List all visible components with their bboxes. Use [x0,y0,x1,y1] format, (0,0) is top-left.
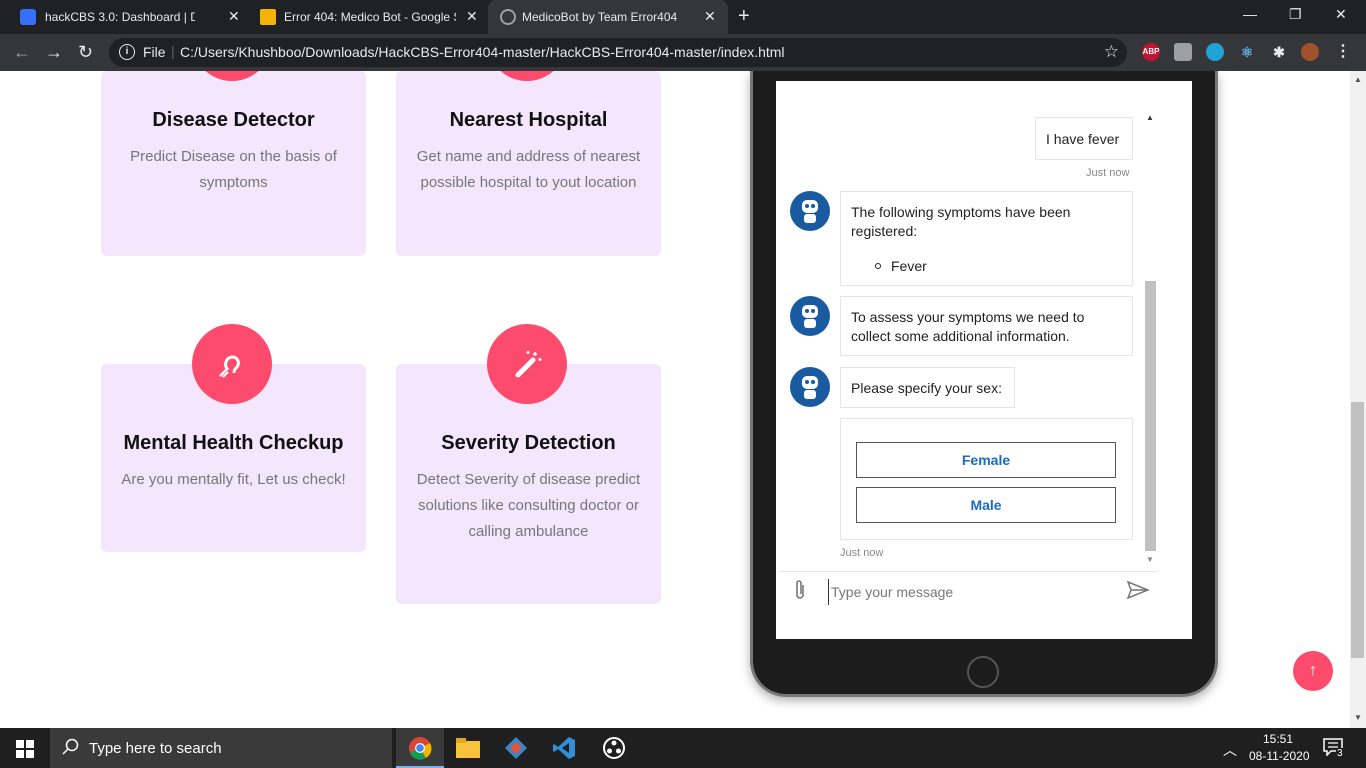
feature-card-disease-detector: Disease Detector Predict Disease on the … [101,71,366,256]
extension-icon[interactable] [1174,43,1192,61]
react-devtools-icon[interactable]: ⚛ [1238,43,1256,61]
symptom-list-item: Fever [851,257,1122,276]
forward-arrow-icon[interactable]: → [45,42,63,63]
page-scroll-thumb[interactable] [1351,402,1364,658]
chevron-up-icon[interactable]: ︿ [1223,740,1237,760]
address-bar[interactable]: i File | C:/Users/Khushboo/Downloads/Hac… [109,38,1127,67]
bot-avatar-icon [790,367,830,407]
scroll-up-arrow-icon[interactable]: ▲ [1146,113,1154,122]
globe-icon [500,9,516,25]
page-content: Disease Detector Predict Disease on the … [0,71,1350,728]
message-timestamp: Just now [840,547,884,559]
clock-time[interactable]: 15:51 [1263,732,1293,746]
card-title: Disease Detector [152,109,315,131]
tab-devfolio[interactable]: hackCBS 3.0: Dashboard | Devfolio ✕ [0,0,248,34]
tab-close-icon[interactable]: ✕ [466,8,478,25]
slides-icon [260,9,276,25]
card-description: Get name and address of nearest possible… [416,148,641,191]
hearing-icon [192,324,272,404]
female-option-button[interactable]: Female [856,442,1116,478]
windows-start-icon[interactable] [16,740,34,763]
file-label: File [143,44,166,60]
card-description: Detect Severity of disease predict solut… [416,471,641,540]
card-description: Are you mentally fit, Let us check! [121,471,346,488]
bookmark-star-icon[interactable]: ☆ [1104,42,1119,62]
bot-avatar-icon [790,296,830,336]
bot-message-text: To assess your symptoms we need to colle… [851,309,1085,344]
card-title: Nearest Hospital [449,109,608,131]
browser-tab-bar: hackCBS 3.0: Dashboard | Devfolio ✕ Erro… [0,0,1366,34]
bot-message: Please specify your sex: [840,367,1015,408]
symptom-text: Fever [891,258,927,274]
search-placeholder: Type here to search [89,740,222,757]
scroll-down-arrow-icon[interactable]: ▼ [1146,555,1154,564]
puzzle-icon[interactable]: ✱ [1270,43,1288,61]
bot-message-text: The following symptoms have been registe… [851,204,1071,239]
profile-avatar[interactable] [1301,43,1319,61]
scroll-up-arrow-icon[interactable]: ▲ [1354,75,1362,84]
taskbar-search-box[interactable]: Type here to search [50,728,392,768]
browser-toolbar: ← → ↻ i File | C:/Users/Khushboo/Downloa… [0,34,1366,71]
bot-message: To assess your symptoms we need to colle… [840,296,1133,356]
tab-close-icon[interactable]: ✕ [704,8,716,25]
obs-icon[interactable] [590,728,638,768]
tab-close-icon[interactable]: ✕ [228,8,240,25]
message-input[interactable] [828,579,1118,605]
card-title: Severity Detection [441,432,616,454]
user-message: I have fever [1035,117,1133,160]
minimize-button[interactable]: — [1243,6,1257,22]
user-message-text: I have fever [1046,131,1120,147]
reload-icon[interactable]: ↻ [78,42,93,63]
chat-window [776,81,1192,639]
tab-title: MedicoBot by Team Error404 [522,10,678,24]
bot-message: The following symptoms have been registe… [840,191,1133,286]
chat-scroll-thumb[interactable] [1145,281,1156,551]
windows-taskbar: Type here to search ︿ 15:51 08-11-2020 3 [0,728,1366,768]
url-text[interactable]: C:/Users/Khushboo/Downloads/HackCBS-Erro… [180,44,785,60]
adblock-icon[interactable]: ABP [1142,43,1160,61]
card-title: Mental Health Checkup [123,432,344,454]
feature-card-nearest-hospital: Nearest Hospital Get name and address of… [396,71,661,256]
scroll-down-arrow-icon[interactable]: ▼ [1354,713,1362,722]
menu-dots-icon[interactable]: ⋮ [1334,43,1352,61]
card-description: Predict Disease on the basis of symptoms [130,148,337,191]
send-icon[interactable] [1126,580,1151,604]
close-window-button[interactable]: ✕ [1335,6,1347,23]
devfolio-icon [20,9,36,25]
notification-count: 3 [1336,748,1344,759]
tab-medicobot[interactable]: MedicoBot by Team Error404 ✕ [488,0,728,34]
chrome-taskbar-icon[interactable] [396,728,444,768]
clock-date[interactable]: 08-11-2020 [1249,749,1310,763]
restore-button[interactable]: ❐ [1289,6,1302,23]
arrow-up-icon: ↑ [1309,662,1317,679]
chat-scrollbar[interactable]: ▲ ▼ [1142,111,1158,569]
message-timestamp: Just now [1086,167,1130,179]
tab-title: Error 404: Medico Bot - Google Slides [284,10,456,24]
tab-title: hackCBS 3.0: Dashboard | Devfolio [45,10,195,24]
bot-message-text: Please specify your sex: [851,380,1002,396]
git-kraken-icon[interactable] [492,728,540,768]
page-scrollbar[interactable]: ▲ ▼ [1350,71,1366,728]
new-tab-button[interactable]: + [738,5,750,28]
back-arrow-icon[interactable]: ← [13,42,31,63]
magic-wand-icon [487,324,567,404]
tablet-home-button [967,656,999,688]
vscode-icon[interactable] [540,728,588,768]
info-icon[interactable]: i [119,44,135,60]
extension-m-icon[interactable] [1206,43,1224,61]
bot-avatar-icon [790,191,830,231]
male-option-button[interactable]: Male [856,487,1116,523]
file-explorer-icon[interactable] [444,728,492,768]
bullet-icon [875,263,881,269]
search-icon [62,738,80,760]
attachment-icon[interactable] [793,579,807,606]
tab-slides[interactable]: Error 404: Medico Bot - Google Slides ✕ [248,0,488,34]
divider: | [171,43,175,59]
scroll-to-top-button[interactable]: ↑ [1293,651,1333,691]
